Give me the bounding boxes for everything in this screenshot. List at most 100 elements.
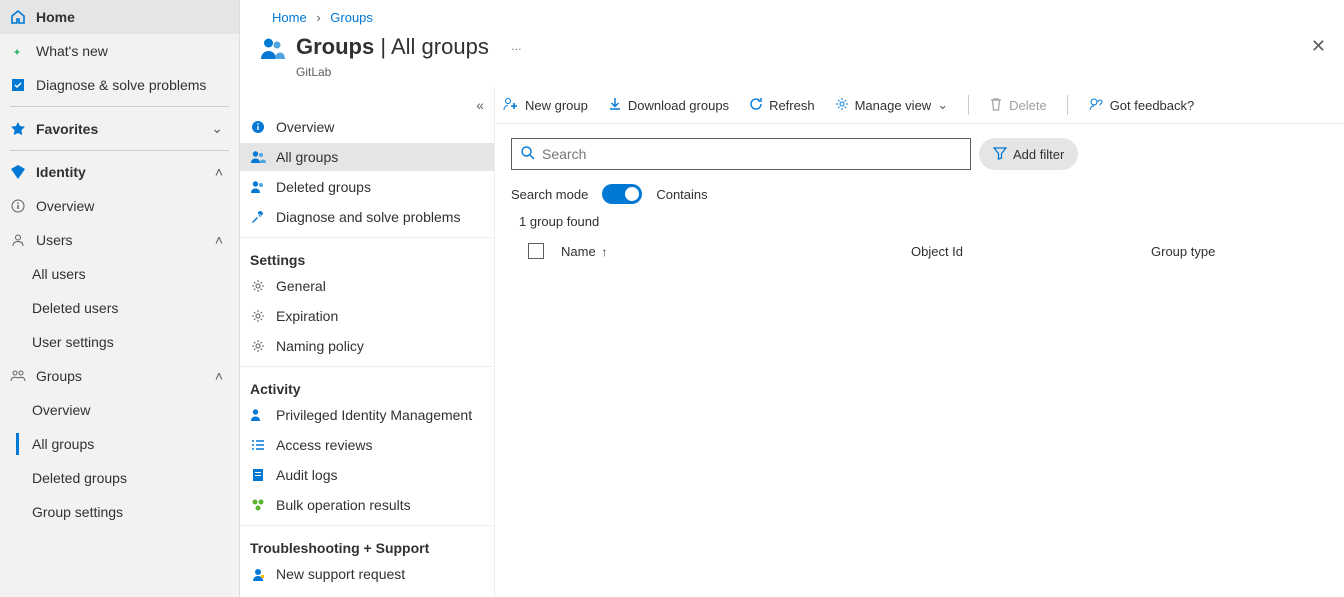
sidebar-item-deleted-users[interactable]: Deleted users [0, 291, 239, 325]
menu-item-deleted-groups[interactable]: Deleted groups [240, 173, 494, 201]
select-all-checkbox[interactable] [528, 243, 544, 259]
tool-download-groups[interactable]: Download groups [608, 97, 729, 114]
add-filter-label: Add filter [1013, 147, 1064, 162]
col-header-label: Object Id [911, 244, 963, 259]
groups-header-icon [258, 33, 286, 61]
toolbar-separator [1067, 95, 1068, 115]
sidebar-item-deleted-groups[interactable]: Deleted groups [0, 461, 239, 495]
menu-item-pim[interactable]: Privileged Identity Management [240, 401, 494, 429]
chevron-up-icon: ˄ [215, 368, 223, 384]
page-title-main: Groups [296, 34, 374, 59]
menu-item-expiration[interactable]: Expiration [240, 302, 494, 330]
search-input-container[interactable] [511, 138, 971, 170]
menu-item-support-request[interactable]: New support request [240, 560, 494, 588]
tool-new-group[interactable]: New group [503, 96, 588, 115]
col-header-label: Group type [1151, 244, 1215, 259]
menu-item-label: Expiration [276, 308, 338, 324]
menu-item-general[interactable]: General [240, 272, 494, 300]
sort-asc-icon: ↑ [601, 245, 607, 259]
breadcrumb-groups[interactable]: Groups [330, 10, 373, 25]
add-filter-button[interactable]: Add filter [979, 138, 1078, 170]
section-header-troubleshoot: Troubleshooting + Support [240, 525, 494, 560]
gear-icon [250, 278, 266, 294]
tool-refresh[interactable]: Refresh [749, 97, 815, 114]
divider [10, 150, 229, 151]
pim-icon [250, 407, 266, 423]
section-header-activity: Activity [240, 366, 494, 401]
chevron-down-icon: ⌄ [937, 97, 948, 113]
page-title-sub: All groups [391, 34, 489, 59]
menu-item-label: Deleted groups [276, 179, 371, 195]
sidebar-item-whatsnew[interactable]: What's new [0, 34, 239, 68]
trash-icon [989, 97, 1003, 114]
sidebar-item-favorites[interactable]: Favorites ⌄ [0, 111, 239, 146]
diagnose-icon [10, 77, 26, 93]
chevron-down-icon: ⌄ [211, 120, 223, 137]
sidebar-item-label: Overview [36, 198, 229, 214]
filter-icon [993, 146, 1007, 163]
menu-item-label: Access reviews [276, 437, 372, 453]
sidebar-item-label: Favorites [36, 121, 201, 137]
sidebar-item-label: Identity [36, 164, 205, 180]
menu-item-bulk-results[interactable]: Bulk operation results [240, 491, 494, 519]
tool-feedback[interactable]: Got feedback? [1088, 96, 1195, 115]
menu-item-access-reviews[interactable]: Access reviews [240, 431, 494, 459]
sidebar-item-label: What's new [36, 43, 229, 59]
support-icon [250, 566, 266, 582]
page-title: Groups | All groups [296, 34, 489, 60]
sidebar-item-label: User settings [32, 334, 229, 350]
menu-item-all-groups[interactable]: All groups [240, 143, 494, 171]
menu-item-audit-logs[interactable]: Audit logs [240, 461, 494, 489]
close-icon[interactable]: ✕ [1311, 36, 1326, 57]
sidebar-item-groups[interactable]: Groups ˄ [0, 359, 239, 393]
more-icon[interactable]: … [511, 41, 524, 53]
col-header-grouptype[interactable]: Group type [1151, 244, 1291, 259]
chevron-up-icon: ˄ [215, 164, 223, 180]
tool-label: Refresh [769, 98, 815, 113]
tool-label: Got feedback? [1110, 98, 1195, 113]
chevron-up-icon: ˄ [215, 232, 223, 248]
menu-item-naming[interactable]: Naming policy [240, 332, 494, 360]
menu-item-label: General [276, 278, 326, 294]
table-header: Name ↑ Object Id Group type [511, 243, 1328, 259]
menu-item-label: Overview [276, 119, 334, 135]
sidebar-item-label: Overview [32, 402, 229, 418]
sidebar-item-group-settings[interactable]: Group settings [0, 495, 239, 529]
sidebar-item-all-users[interactable]: All users [0, 257, 239, 291]
checklist-icon [250, 437, 266, 453]
sidebar-item-home[interactable]: Home [0, 0, 239, 34]
toolbar: New group Download groups Refresh [495, 87, 1344, 124]
sidebar-item-overview[interactable]: Overview [0, 189, 239, 223]
sidebar-item-users[interactable]: Users ˄ [0, 223, 239, 257]
sidebar-item-identity[interactable]: Identity ˄ [0, 155, 239, 189]
tool-delete: Delete [989, 97, 1047, 114]
collapse-icon[interactable]: « [240, 97, 494, 113]
tool-label: Delete [1009, 98, 1047, 113]
menu-item-overview[interactable]: Overview [240, 113, 494, 141]
search-input[interactable] [542, 146, 962, 162]
gear-icon [835, 97, 849, 114]
log-icon [250, 467, 266, 483]
gear-icon [250, 338, 266, 354]
col-header-objectid[interactable]: Object Id [911, 244, 1151, 259]
sparkle-icon [10, 43, 26, 59]
col-header-name[interactable]: Name ↑ [561, 244, 911, 259]
identity-icon [10, 164, 26, 180]
search-mode-label: Search mode [511, 187, 588, 202]
sidebar-item-user-settings[interactable]: User settings [0, 325, 239, 359]
search-mode-toggle[interactable] [602, 184, 642, 204]
menu-item-diagnose[interactable]: Diagnose and solve problems [240, 203, 494, 231]
sidebar-item-all-groups[interactable]: All groups [0, 427, 239, 461]
breadcrumb: Home › Groups [254, 0, 1344, 29]
sidebar-item-diagnose[interactable]: Diagnose & solve problems [0, 68, 239, 102]
breadcrumb-home[interactable]: Home [272, 10, 307, 25]
chevron-right-icon: › [316, 10, 320, 25]
divider [10, 106, 229, 107]
groups-icon [250, 149, 266, 165]
tool-manage-view[interactable]: Manage view ⌄ [835, 97, 949, 114]
page-subtitle: GitLab [296, 65, 1344, 79]
result-count: 1 group found [519, 214, 1328, 229]
tool-label: Manage view [855, 98, 932, 113]
sidebar-item-label: Group settings [32, 504, 229, 520]
sidebar-item-groups-overview[interactable]: Overview [0, 393, 239, 427]
